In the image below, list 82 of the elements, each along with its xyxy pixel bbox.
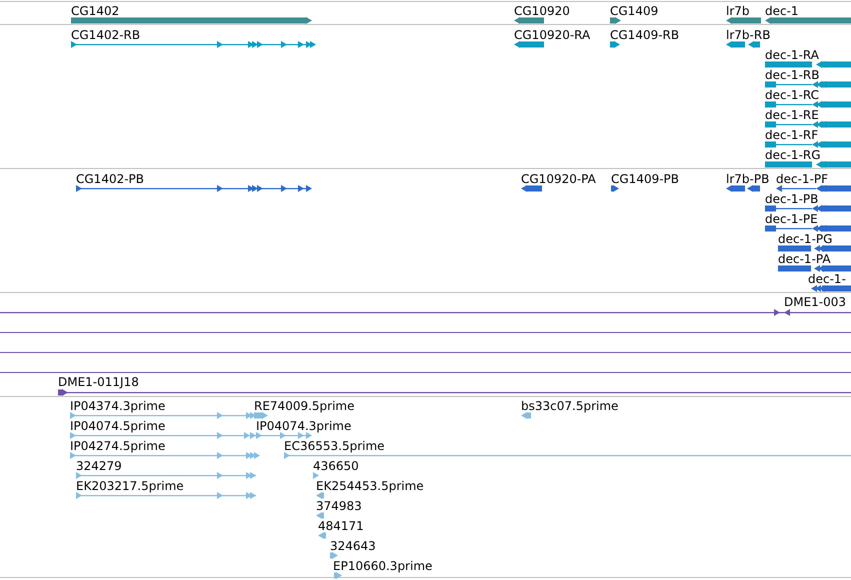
- est-label: EK203217.5prime: [76, 479, 184, 493]
- est-feature[interactable]: [70, 412, 252, 419]
- transcript-feature[interactable]: [765, 141, 851, 148]
- est-label: IP04074.5prime: [70, 419, 166, 433]
- est-feature[interactable]: [316, 512, 324, 519]
- transcript-feature[interactable]: [765, 81, 851, 88]
- gene-label: CG1402: [71, 4, 120, 18]
- protein-feature[interactable]: [778, 265, 851, 272]
- transcript-label: dec-1-RG: [765, 148, 821, 162]
- gene-feature[interactable]: [514, 17, 544, 24]
- est-label: bs33c07.5prime: [521, 399, 618, 413]
- clone-label: DME1-003: [784, 295, 846, 309]
- gene-feature[interactable]: [610, 17, 621, 24]
- protein-feature[interactable]: [611, 185, 619, 192]
- gene-label: lr7b: [726, 4, 750, 18]
- est-feature[interactable]: [316, 492, 324, 499]
- est-label: 324643: [330, 539, 376, 553]
- transcript-label: dec-1-RA: [765, 48, 819, 62]
- protein-feature[interactable]: [726, 185, 760, 192]
- est-label: 324279: [76, 459, 122, 473]
- transcript-label: CG1409-RB: [610, 28, 680, 42]
- clone-feature[interactable]: [0, 309, 851, 316]
- est-label: 374983: [316, 499, 362, 513]
- protein-label: CG1402-PB: [76, 172, 144, 186]
- est-feature[interactable]: [334, 572, 342, 579]
- est-label: 484171: [318, 519, 364, 533]
- est-label: IP04074.3prime: [256, 419, 352, 433]
- protein-label: dec-1-PG: [778, 232, 832, 246]
- transcript-feature[interactable]: [765, 101, 851, 108]
- transcript-label: dec-1-RC: [765, 88, 820, 102]
- protein-label: dec-1-PA: [778, 252, 831, 266]
- protein-label: dec-1-PF: [776, 172, 828, 186]
- est-feature[interactable]: [250, 412, 268, 419]
- clone-feature[interactable]: [58, 389, 851, 396]
- protein-feature[interactable]: [811, 285, 851, 292]
- protein-feature[interactable]: [76, 185, 312, 192]
- est-feature[interactable]: [76, 492, 256, 499]
- est-label: EC36553.5prime: [284, 439, 385, 453]
- est-label: RE74009.5prime: [254, 399, 354, 413]
- transcript-label: dec-1-RB: [765, 68, 820, 82]
- protein-label: lr7b-PB: [726, 172, 770, 186]
- est-feature[interactable]: [76, 472, 256, 479]
- clone-label: DME1-011J18: [58, 375, 139, 389]
- est-label: IP04274.5prime: [70, 439, 166, 453]
- est-label: EK254453.5prime: [316, 479, 424, 493]
- est-feature[interactable]: [521, 412, 531, 419]
- protein-feature[interactable]: [765, 205, 851, 212]
- transcript-feature[interactable]: [765, 121, 851, 128]
- transcript-feature[interactable]: [765, 161, 851, 168]
- transcript-feature[interactable]: [765, 61, 851, 68]
- transcript-label: dec-1-RF: [765, 128, 818, 142]
- gene-label: CG1409: [610, 4, 658, 18]
- protein-feature[interactable]: [521, 185, 542, 192]
- protein-feature[interactable]: [776, 185, 851, 192]
- est-feature[interactable]: [70, 452, 260, 459]
- protein-label: dec-1-: [808, 272, 846, 286]
- protein-label: CG1409-PB: [611, 172, 680, 186]
- transcript-feature[interactable]: [514, 41, 544, 48]
- gene-label: CG10920: [514, 4, 570, 18]
- transcript-feature[interactable]: [726, 41, 760, 48]
- transcript-feature[interactable]: [71, 41, 316, 48]
- protein-label: dec-1-PB: [765, 192, 818, 206]
- transcript-feature[interactable]: [610, 41, 620, 48]
- est-feature[interactable]: [318, 532, 326, 539]
- gene-feature[interactable]: [71, 17, 312, 24]
- est-label: EP10660.3prime: [333, 559, 432, 573]
- transcript-label: CG1402-RB: [71, 28, 140, 42]
- est-feature[interactable]: [313, 472, 319, 479]
- est-feature[interactable]: [330, 552, 338, 559]
- gene-feature[interactable]: [726, 17, 761, 24]
- transcript-label: CG10920-RA: [514, 28, 590, 42]
- gene-label: dec-1: [765, 4, 799, 18]
- protein-label: CG10920-PA: [521, 172, 596, 186]
- transcript-label: lr7b-RB: [726, 28, 770, 42]
- transcript-label: dec-1-RE: [765, 108, 819, 122]
- est-label: IP04374.3prime: [70, 399, 166, 413]
- protein-feature[interactable]: [765, 225, 851, 232]
- gene-feature[interactable]: [765, 17, 851, 24]
- protein-feature[interactable]: [778, 245, 851, 252]
- protein-label: dec-1-PE: [765, 212, 818, 226]
- est-label: 436650: [313, 459, 359, 473]
- est-feature[interactable]: [284, 452, 851, 459]
